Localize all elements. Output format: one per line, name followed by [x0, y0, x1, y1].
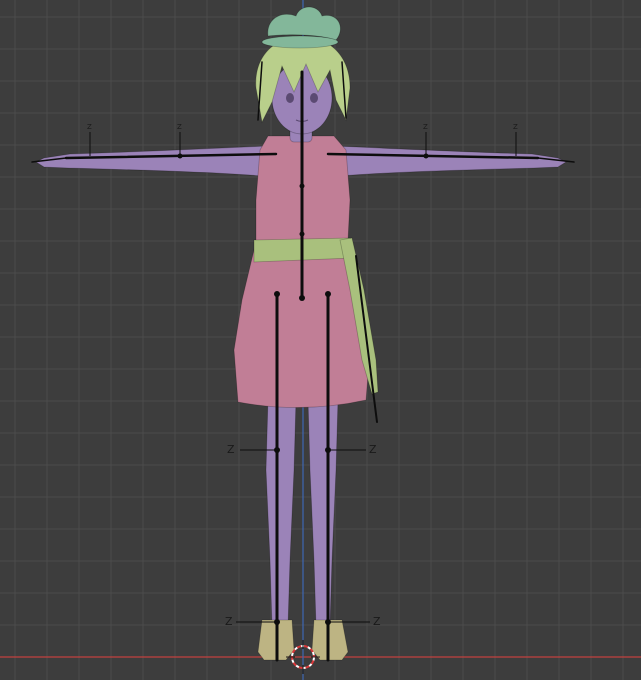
joint[interactable] — [299, 295, 305, 301]
bone-axis-label: Z — [369, 443, 377, 456]
hair-bow[interactable] — [267, 6, 341, 41]
bone-axis-label: Z — [373, 615, 381, 628]
bone-axis-label: Z — [87, 123, 92, 131]
bone-axis-label: Z — [177, 123, 182, 131]
hair-band[interactable] — [261, 35, 339, 49]
bone-axis-label: Z — [225, 615, 233, 628]
3d-viewport[interactable]: Z Z Z Z Z Z Z Z — [0, 0, 641, 680]
viewport-canvas[interactable] — [0, 0, 641, 680]
bone-axis-label: Z — [513, 123, 518, 131]
joint[interactable] — [274, 291, 280, 297]
bone-axis-label: Z — [423, 123, 428, 131]
right-leg[interactable] — [307, 399, 339, 626]
left-eye — [286, 93, 294, 103]
joint[interactable] — [299, 231, 305, 237]
right-shoe[interactable] — [311, 619, 349, 661]
joint[interactable] — [325, 291, 331, 297]
joint[interactable] — [299, 183, 305, 189]
left-arm[interactable] — [35, 145, 269, 177]
bone-axis-label: Z — [227, 443, 235, 456]
right-eye — [310, 93, 318, 103]
right-arm[interactable] — [333, 145, 567, 177]
